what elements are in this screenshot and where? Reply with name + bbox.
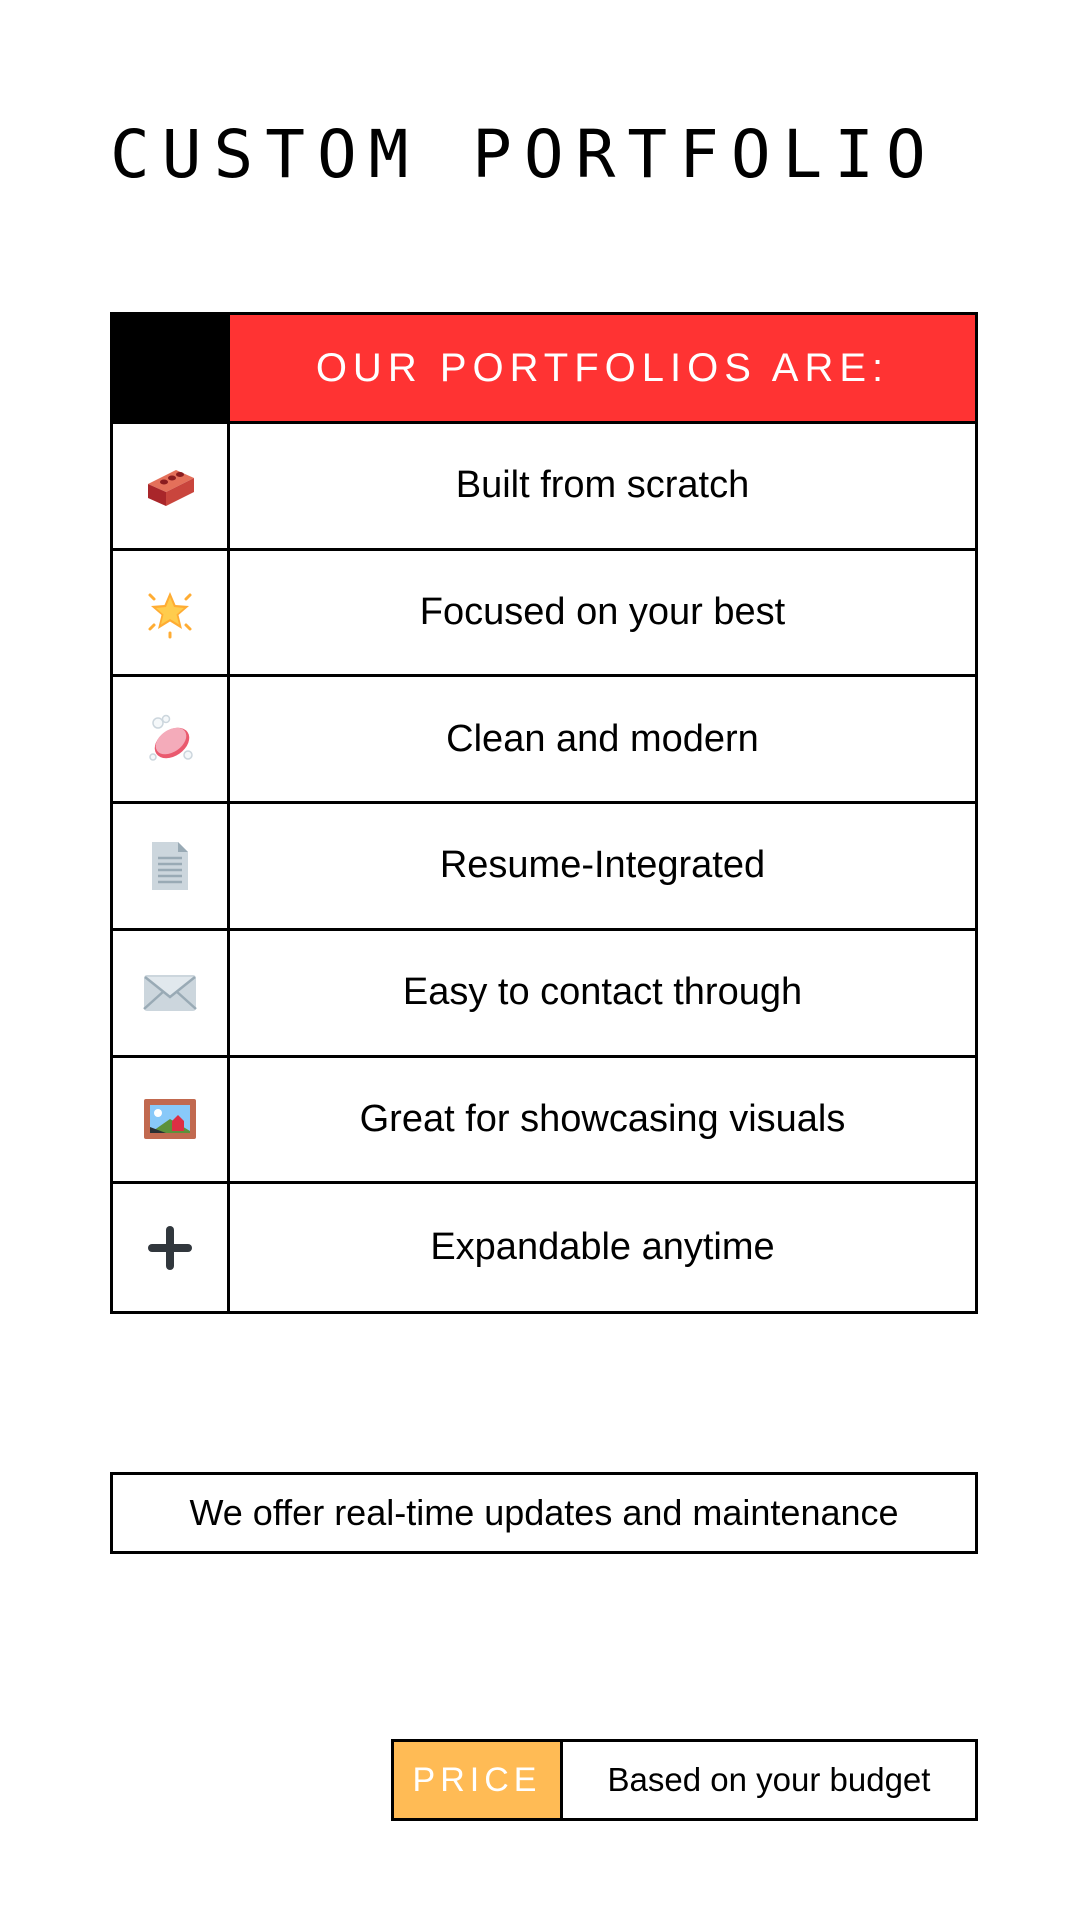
features-table: OUR PORTFOLIOS ARE: Built from scratch F… xyxy=(110,312,978,1314)
header-black-block xyxy=(113,315,227,424)
feature-icon-cell xyxy=(113,424,227,551)
framed-picture-icon xyxy=(144,1099,196,1140)
maintenance-note: We offer real-time updates and maintenan… xyxy=(110,1472,978,1554)
feature-label: Resume-Integrated xyxy=(227,804,975,931)
price-value: Based on your budget xyxy=(607,1761,931,1798)
feature-icon-cell xyxy=(113,1184,227,1311)
page-title: CUSTOM PORTFOLIO xyxy=(110,116,938,193)
brick-icon xyxy=(148,469,194,506)
features-header: OUR PORTFOLIOS ARE: xyxy=(227,315,975,424)
envelope-icon xyxy=(143,974,197,1011)
feature-label: Focused on your best xyxy=(227,550,975,678)
soap-icon xyxy=(149,715,193,762)
feature-icon-cell xyxy=(113,551,227,678)
feature-label: Easy to contact through xyxy=(227,930,975,1058)
feature-label: Expandable anytime xyxy=(227,1184,975,1311)
price-label: PRICE xyxy=(394,1742,563,1818)
feature-icon-cell xyxy=(113,804,227,931)
feature-icon-cell xyxy=(113,931,227,1058)
glowing-star-icon xyxy=(148,591,192,639)
feature-icon-cell xyxy=(113,677,227,805)
document-icon xyxy=(152,841,188,890)
feature-icon-cell xyxy=(113,1058,227,1185)
feature-label: Clean and modern xyxy=(227,677,975,805)
price-box: PRICE Based on your budget xyxy=(391,1739,978,1821)
plus-icon xyxy=(148,1225,192,1270)
feature-label: Great for showcasing visuals xyxy=(227,1057,975,1185)
feature-label: Built from scratch xyxy=(227,424,975,551)
